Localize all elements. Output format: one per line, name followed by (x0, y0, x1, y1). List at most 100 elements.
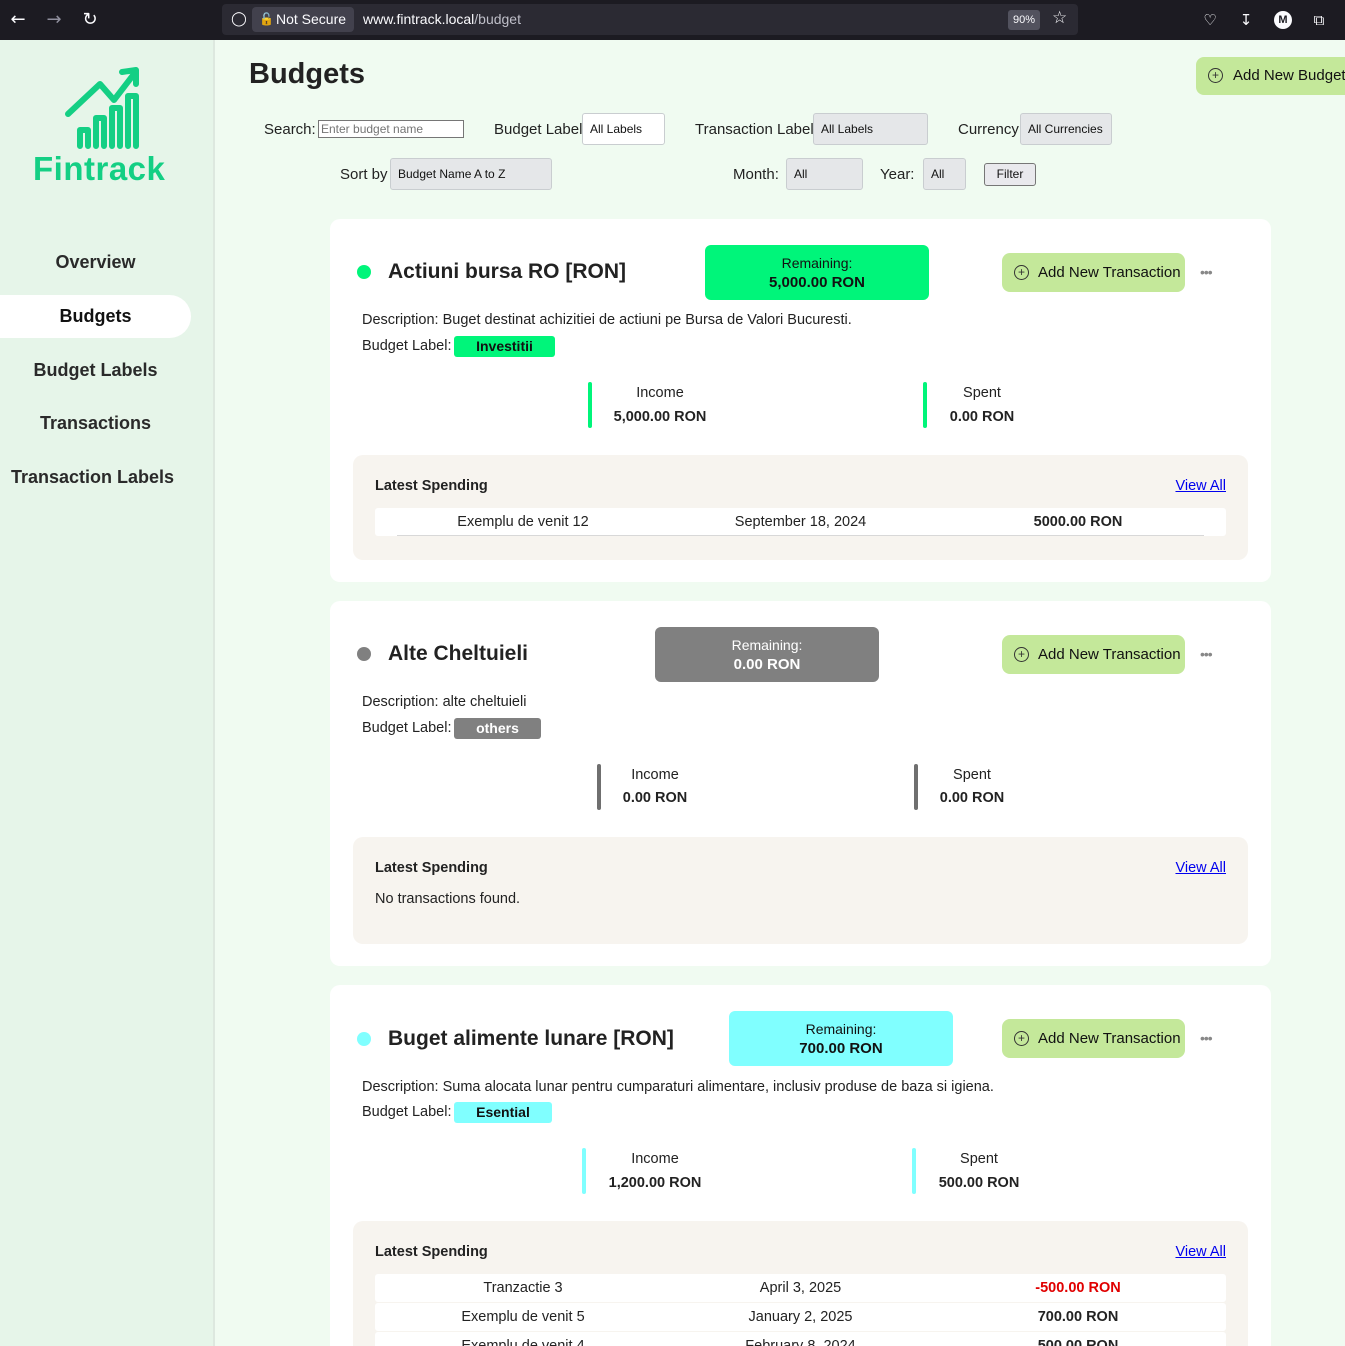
address-bar[interactable]: ◯ 🔓 Not Secure www.fintrack.local/budget… (222, 4, 1078, 35)
remaining-box: Remaining: 5,000.00 RON (705, 245, 929, 300)
brand-name: Fintrack (33, 150, 166, 187)
forward-arrow-icon[interactable]: → (42, 8, 66, 32)
budget-color-dot (357, 1032, 371, 1046)
latest-spending-panel: Latest Spending View All Exemplu de veni… (353, 455, 1248, 560)
income-label: Income (636, 385, 684, 401)
browser-toolbar: ← → ↻ ◯ 🔓 Not Secure www.fintrack.local/… (0, 0, 1345, 40)
sort-select[interactable]: Budget Name A to Z (390, 158, 552, 190)
year-select[interactable]: All (923, 158, 966, 190)
budget-description: Description: Buget destinat achizitiei d… (362, 312, 852, 328)
reload-icon[interactable]: ↻ (78, 8, 102, 32)
income-value: 5,000.00 RON (613, 409, 707, 425)
plus-circle-icon: + (1014, 265, 1029, 280)
budget-card: Alte Cheltuieli Remaining: 0.00 RON + Ad… (330, 601, 1271, 966)
remaining-amount: 700.00 RON (799, 1040, 883, 1057)
spent-label: Spent (963, 385, 1001, 401)
table-row[interactable]: Exemplu de venit 12 September 18, 2024 5… (375, 508, 1226, 536)
search-label: Search: (264, 121, 316, 138)
sort-label: Sort by (340, 166, 388, 183)
currency-select[interactable]: All Currencies (1020, 113, 1112, 145)
remaining-amount: 5,000.00 RON (769, 274, 865, 291)
year-filter-label: Year: (880, 166, 915, 183)
table-row[interactable]: Tranzactie 3 April 3, 2025 -500.00 RON (375, 1274, 1226, 1302)
budget-label-badge: Esential (454, 1102, 552, 1123)
filter-button[interactable]: Filter (984, 163, 1036, 186)
bookmark-star-icon[interactable]: ☆ (1052, 8, 1067, 28)
latest-spending-title: Latest Spending (375, 860, 488, 876)
budget-name[interactable]: Buget alimente lunare [RON] (388, 1027, 674, 1051)
month-filter-label: Month: (733, 166, 779, 183)
download-icon[interactable]: ↧ (1234, 8, 1258, 32)
budget-label-caption: Budget Label: (362, 1104, 452, 1120)
remaining-box: Remaining: 0.00 RON (655, 627, 879, 682)
search-input[interactable] (318, 120, 464, 138)
no-transactions-message: No transactions found. (375, 891, 521, 907)
not-secure-indicator[interactable]: 🔓 Not Secure (252, 7, 355, 32)
view-all-link[interactable]: View All (1175, 478, 1226, 494)
budget-description: Description: Suma alocata lunar pentru c… (362, 1079, 994, 1095)
spent-label: Spent (953, 767, 991, 783)
budget-label-filter-label: Budget Label (494, 121, 583, 138)
sidebar-item-overview[interactable]: Overview (0, 241, 191, 284)
more-options-icon[interactable]: ••• (1200, 646, 1213, 662)
income-label: Income (631, 1151, 679, 1167)
budget-label-caption: Budget Label: (362, 720, 452, 736)
add-new-transaction-button[interactable]: + Add New Transaction (1002, 253, 1185, 292)
budget-card: Actiuni bursa RO [RON] Remaining: 5,000.… (330, 219, 1271, 582)
add-new-transaction-button[interactable]: + Add New Transaction (1002, 1019, 1185, 1058)
budget-name[interactable]: Actiuni bursa RO [RON] (388, 260, 626, 284)
spent-value: 0.00 RON (949, 409, 1015, 425)
add-new-transaction-button[interactable]: + Add New Transaction (1002, 635, 1185, 674)
extensions-icon[interactable]: ⧉ (1307, 8, 1331, 32)
remaining-amount: 0.00 RON (733, 656, 801, 673)
view-all-link[interactable]: View All (1175, 1244, 1226, 1260)
income-value: 1,200.00 RON (608, 1175, 702, 1191)
plus-circle-icon: + (1014, 1031, 1029, 1046)
zoom-level-badge[interactable]: 90% (1008, 10, 1041, 30)
latest-spending-title: Latest Spending (375, 1244, 488, 1260)
pocket-icon[interactable]: ♡ (1198, 8, 1222, 32)
back-arrow-icon[interactable]: ← (6, 8, 30, 32)
budget-color-dot (357, 647, 371, 661)
url-text[interactable]: www.fintrack.local/budget (363, 4, 521, 35)
plus-circle-icon: + (1208, 68, 1223, 83)
sidebar: Fintrack Overview Budgets Budget Labels … (0, 40, 215, 1346)
lock-icon: 🔓 (259, 12, 274, 26)
spent-value: 0.00 RON (939, 790, 1005, 806)
transaction-label-filter-label: Transaction Label (695, 121, 814, 138)
budget-card: Buget alimente lunare [RON] Remaining: 7… (330, 985, 1271, 1346)
sidebar-item-transactions[interactable]: Transactions (0, 402, 191, 445)
income-label: Income (631, 767, 679, 783)
month-select[interactable]: All (786, 158, 863, 190)
view-all-link[interactable]: View All (1175, 860, 1226, 876)
sidebar-item-transaction-labels[interactable]: Transaction Labels (0, 456, 185, 499)
sidebar-item-budgets[interactable]: Budgets (0, 295, 191, 338)
remaining-box: Remaining: 700.00 RON (729, 1011, 953, 1066)
latest-spending-panel: Latest Spending View All Tranzactie 3 Ap… (353, 1221, 1248, 1346)
spent-value: 500.00 RON (938, 1175, 1020, 1191)
transaction-label-select[interactable]: All Labels (813, 113, 928, 145)
latest-spending-panel: Latest Spending View All No transactions… (353, 837, 1248, 944)
shield-icon[interactable]: ◯ (230, 10, 248, 28)
account-avatar[interactable]: M (1274, 11, 1292, 29)
budget-color-dot (357, 265, 371, 279)
sidebar-item-budget-labels[interactable]: Budget Labels (0, 349, 191, 392)
table-row[interactable]: Exemplu de venit 4 February 8, 2024 500.… (375, 1332, 1226, 1346)
budget-label-caption: Budget Label: (362, 338, 452, 354)
budget-label-badge: Investitii (454, 336, 555, 357)
page-title: Budgets (249, 58, 365, 90)
budget-description: Description: alte cheltuieli (362, 694, 527, 710)
fintrack-logo-icon (65, 67, 139, 149)
add-new-budget-button[interactable]: + Add New Budget (1196, 57, 1345, 95)
currency-filter-label: Currency (958, 121, 1019, 138)
budget-label-select[interactable]: All Labels (582, 113, 665, 145)
budget-label-badge: others (454, 718, 541, 739)
more-options-icon[interactable]: ••• (1200, 264, 1213, 280)
table-row[interactable]: Exemplu de venit 5 January 2, 2025 700.0… (375, 1303, 1226, 1331)
income-value: 0.00 RON (622, 790, 688, 806)
more-options-icon[interactable]: ••• (1200, 1030, 1213, 1046)
latest-spending-title: Latest Spending (375, 478, 488, 494)
budget-name[interactable]: Alte Cheltuieli (388, 642, 528, 666)
spent-label: Spent (960, 1151, 998, 1167)
plus-circle-icon: + (1014, 647, 1029, 662)
